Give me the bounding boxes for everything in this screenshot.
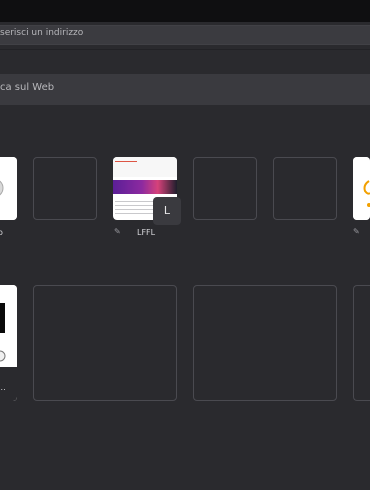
top-site-empty-slot[interactable] (193, 157, 257, 220)
top-site-label: o (0, 228, 3, 237)
top-toolbar (0, 0, 370, 22)
lffl-text-line (115, 209, 155, 210)
pin-icon: ✎ (353, 227, 360, 236)
top-site-empty-slot[interactable] (33, 285, 177, 401)
top-site-label: LFFL (137, 228, 156, 237)
top-site-empty-slot[interactable] (353, 285, 370, 401)
web-search-placeholder: ca sul Web (0, 82, 55, 93)
pin-icon: ✎ (114, 227, 121, 236)
top-site-empty-slot[interactable] (273, 157, 337, 220)
address-bar-placeholder: serisci un indirizzo (0, 28, 84, 38)
address-bar[interactable]: serisci un indirizzo (0, 25, 370, 45)
top-site-thumbnail[interactable] (353, 157, 370, 220)
lffl-header-preview (113, 157, 177, 177)
new-tab-page: serisci un indirizzo ca sul Web o L ✎ LF… (0, 0, 370, 490)
top-site-thumbnail[interactable] (0, 157, 17, 220)
toolbar-divider (0, 49, 370, 50)
top-site-empty-slot[interactable] (33, 157, 97, 220)
web-search-box[interactable]: ca sul Web (0, 74, 370, 105)
brand-logo-icon (353, 157, 370, 220)
lffl-red-line (115, 161, 137, 162)
lffl-banner-preview (113, 180, 177, 194)
globe-icon (0, 157, 17, 220)
top-site-label: ... (0, 383, 6, 392)
tile-letter-badge: L (153, 197, 181, 225)
top-site-empty-slot[interactable] (193, 285, 337, 401)
